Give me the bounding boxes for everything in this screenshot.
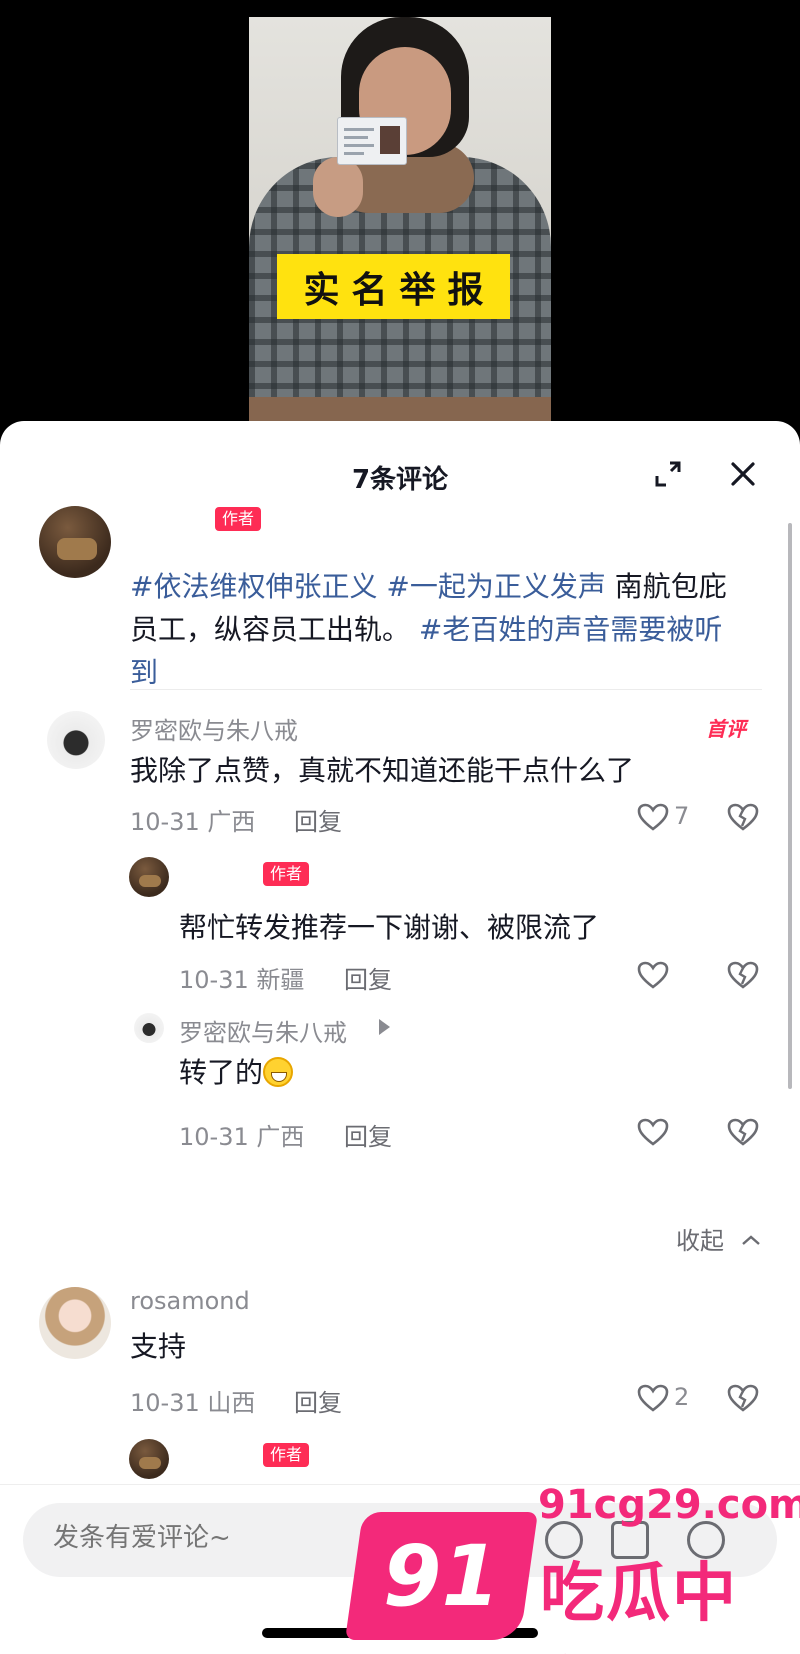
first-comment-badge: 首评 [706, 717, 746, 741]
author-tag: 作者 [263, 862, 310, 886]
close-icon[interactable] [726, 457, 760, 491]
hashtag-link[interactable]: #依法维权伸张正义 [130, 570, 377, 603]
expand-icon[interactable] [651, 457, 685, 491]
watermark-url: 91cg29.com [538, 1482, 800, 1528]
hashtag-link[interactable]: #一起为正义发声 [386, 570, 605, 603]
reply-button[interactable]: 回复 [344, 960, 392, 995]
reply-button[interactable]: 回复 [344, 1117, 392, 1152]
commenter-username[interactable]: 罗密欧与朱八戒 [130, 711, 298, 746]
like-count: 2 [674, 1383, 690, 1411]
commenter-avatar[interactable] [39, 1287, 111, 1359]
video-banner: 实名举报 [277, 254, 510, 319]
watermark-number: 91 [383, 1527, 500, 1625]
reply-button[interactable]: 回复 [294, 1383, 342, 1418]
post-description: #依法维权伸张正义 #一起为正义发声 南航包庇员工，纵容员工出轨。 #老百姓的声… [130, 565, 740, 694]
reply-date-location: 10-31 新疆 [179, 966, 305, 994]
play-triangle-icon [379, 1019, 390, 1035]
reply-date-location: 10-31 广西 [179, 1123, 305, 1151]
heart-icon[interactable] [636, 1383, 670, 1413]
broken-heart-icon[interactable] [726, 960, 760, 990]
broken-heart-icon[interactable] [726, 1383, 760, 1413]
divider [130, 689, 762, 690]
scrollbar[interactable] [788, 523, 792, 1089]
video-player[interactable]: 实名举报 [0, 0, 800, 460]
collapse-replies-button[interactable]: 收起 [676, 1221, 762, 1256]
like-count: 7 [674, 802, 690, 830]
watermark-logo: 91 [345, 1512, 538, 1640]
comment-date-location: 10-31 广西 [130, 808, 256, 836]
reply-text: 转了的 [179, 1051, 294, 1091]
collapse-label: 收起 [676, 1227, 724, 1255]
comment-text: 我除了点赞，真就不知道还能干点什么了 [130, 754, 635, 787]
heart-icon[interactable] [636, 960, 670, 990]
grin-emoji-icon [263, 1057, 294, 1087]
heart-icon[interactable] [636, 1117, 670, 1147]
broken-heart-icon[interactable] [726, 802, 760, 832]
sheet-header: 7条评论 [0, 421, 800, 495]
reply-commenter-avatar[interactable] [134, 1013, 164, 1043]
author-avatar[interactable] [39, 506, 111, 578]
comment-sheet: 7条评论 作者 #依法维权伸张正义 #一起为正义发声 南航包庇员工，纵容员工出轨… [0, 421, 800, 1654]
reply-author-avatar[interactable] [129, 857, 169, 897]
heart-icon[interactable] [636, 802, 670, 832]
commenter-avatar[interactable] [47, 711, 105, 769]
reply-author-avatar[interactable] [129, 1439, 169, 1479]
reply-text: 帮忙转发推荐一下谢谢、被限流了 [179, 911, 600, 944]
broken-heart-icon[interactable] [726, 1117, 760, 1147]
chevron-up-icon [741, 1235, 760, 1245]
video-person-hand [313, 157, 363, 217]
comment-text: 支持 [130, 1330, 187, 1363]
commenter-username[interactable]: rosamond [130, 1287, 250, 1315]
comment-date-location: 10-31 山西 [130, 1389, 256, 1417]
reply-username[interactable]: 罗密欧与朱八戒 [179, 1013, 347, 1048]
author-tag: 作者 [215, 507, 262, 531]
id-card-image [337, 117, 407, 165]
reply-button[interactable]: 回复 [294, 802, 342, 837]
video-frame: 实名举报 [249, 17, 551, 460]
watermark-name: 吃瓜中心 [540, 1557, 738, 1654]
reply-text-content: 转了的 [179, 1056, 264, 1089]
author-tag: 作者 [263, 1443, 310, 1467]
